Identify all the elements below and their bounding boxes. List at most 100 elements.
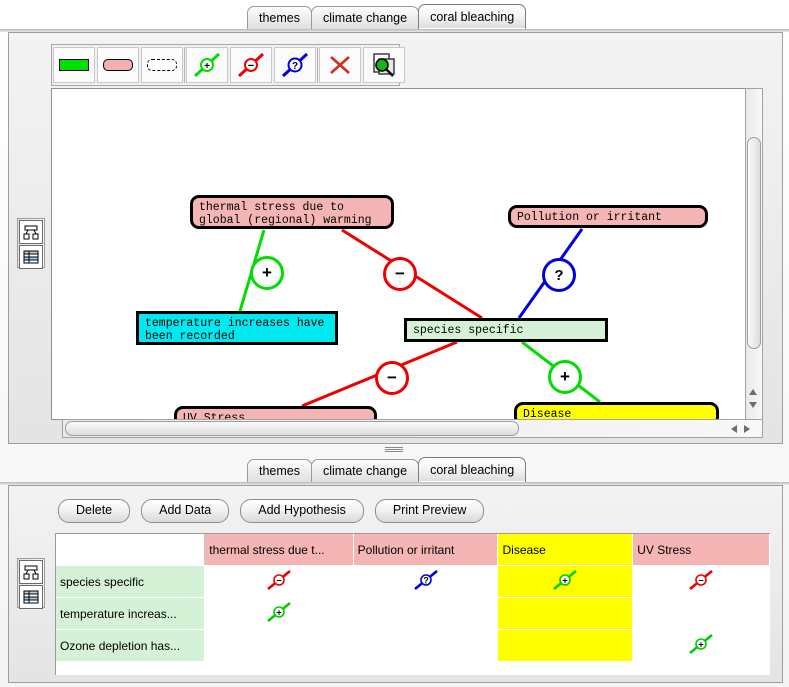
- canvas-vertical-scrollbar[interactable]: [745, 88, 763, 420]
- svg-text:?: ?: [423, 576, 429, 586]
- table-column-header-1[interactable]: Pollution or irritant: [353, 534, 499, 566]
- table-cell-0-2[interactable]: +: [497, 565, 634, 598]
- diagram-node-pollution[interactable]: Pollution or irritant: [508, 205, 708, 228]
- table-column-header-0[interactable]: thermal stress due t...: [204, 534, 354, 566]
- table-cell-2-1[interactable]: [353, 629, 499, 662]
- table-cell-0-1[interactable]: ?: [353, 565, 499, 598]
- diagram-node-thermal[interactable]: thermal stress due to global (regional) …: [190, 195, 394, 229]
- add-data-button[interactable]: Add Data: [141, 499, 230, 523]
- table-column-header-2[interactable]: Disease: [497, 534, 634, 566]
- canvas-hscroll-thumb[interactable]: [65, 421, 519, 436]
- table-cell-2-0[interactable]: [204, 629, 354, 662]
- minus-link-badge-icon[interactable]: −: [375, 361, 409, 395]
- dashed-note-tool[interactable]: [141, 47, 183, 83]
- pink-rounded-tool[interactable]: [97, 47, 139, 83]
- diagram-node-species[interactable]: species specific: [404, 318, 608, 342]
- table-row: temperature increas... +: [56, 597, 770, 630]
- concept-map-canvas[interactable]: thermal stress due to global (regional) …: [52, 89, 746, 419]
- preview-tool-group: [362, 47, 406, 83]
- canvas-scroll-left-arrow[interactable]: [731, 425, 737, 433]
- table-cell-2-2[interactable]: [497, 629, 634, 662]
- table-cell-2-3[interactable]: +: [632, 629, 770, 662]
- relationship-grid: thermal stress due t... Pollution or irri…: [56, 534, 770, 662]
- table-action-buttons: Delete Add Data Add Hypothesis Print Previe…: [58, 499, 485, 523]
- plus-link-badge-icon[interactable]: +: [548, 360, 582, 394]
- preview-tool[interactable]: [363, 47, 405, 83]
- table-header-row: thermal stress due t... Pollution or irri…: [56, 534, 770, 566]
- diagram-node-disease[interactable]: Disease: [514, 402, 719, 419]
- table-row-header-0[interactable]: species specific: [56, 565, 206, 598]
- question-link-icon[interactable]: ?: [413, 569, 439, 591]
- dashed-note-icon: [147, 59, 177, 71]
- plus-link-icon[interactable]: +: [266, 601, 292, 623]
- svg-text:?: ?: [292, 61, 298, 72]
- svg-text:−: −: [698, 576, 703, 586]
- green-bar-icon: [59, 59, 89, 71]
- plus-link-icon: +: [193, 52, 221, 78]
- minus-link-icon: −: [237, 52, 265, 78]
- canvas-scroll-up-arrow[interactable]: [749, 389, 757, 395]
- table-view-icon-lower[interactable]: [19, 585, 43, 609]
- print-preview-button[interactable]: Print Preview: [374, 499, 485, 523]
- svg-text:−: −: [248, 60, 254, 72]
- canvas-scroll-right-arrow[interactable]: [744, 425, 750, 433]
- table-cell-1-2[interactable]: [497, 597, 634, 630]
- application-window: themesclimate changecoral bleaching +: [0, 0, 789, 687]
- panel-splitter[interactable]: [385, 446, 403, 453]
- magnifier-document-icon: [373, 53, 395, 77]
- plus-link-icon[interactable]: +: [552, 569, 578, 591]
- delete-tool[interactable]: [319, 47, 361, 83]
- pink-rounded-icon: [103, 59, 133, 71]
- question-link-icon: ?: [281, 52, 309, 78]
- table-cell-1-0[interactable]: +: [204, 597, 354, 630]
- delete-tool-group: [318, 47, 362, 83]
- diagram-node-uv[interactable]: UV Stress: [174, 406, 377, 419]
- add-hypothesis-button[interactable]: Add Hypothesis: [240, 499, 364, 523]
- question-link-tool[interactable]: ?: [274, 47, 316, 83]
- bottom-tab-climate-change[interactable]: climate change: [311, 459, 420, 482]
- table-cell-0-0[interactable]: −: [204, 565, 354, 598]
- table-row: species specific −? + −: [56, 565, 770, 598]
- question-link-badge-icon[interactable]: ?: [542, 258, 576, 292]
- minus-link-badge-icon[interactable]: −: [383, 257, 417, 291]
- table-cell-1-1[interactable]: [353, 597, 499, 630]
- table-cell-0-3[interactable]: −: [632, 565, 770, 598]
- plus-link-tool[interactable]: +: [186, 47, 228, 83]
- lower-view-switcher: [17, 558, 45, 609]
- diagram-canvas-area[interactable]: thermal stress due to global (regional) …: [51, 88, 763, 420]
- svg-text:−: −: [276, 576, 281, 586]
- diagram-toolbar: + − ?: [51, 44, 405, 86]
- plus-link-badge-icon[interactable]: +: [250, 256, 284, 290]
- canvas-scroll-down-arrow[interactable]: [749, 402, 757, 408]
- canvas-vscroll-thumb[interactable]: [747, 137, 761, 349]
- bottom-tab-coral-bleaching[interactable]: coral bleaching: [418, 457, 527, 482]
- table-grid-glyph: [23, 250, 39, 264]
- link-tools-group: + − ?: [185, 47, 318, 83]
- table-row: Ozone depletion has... +: [56, 629, 770, 662]
- table-corner-cell: [56, 534, 206, 566]
- concept-map-view-icon[interactable]: [19, 220, 43, 244]
- table-row-header-2[interactable]: Ozone depletion has...: [56, 629, 206, 662]
- table-view-icon[interactable]: [19, 245, 43, 269]
- diagram-node-temp[interactable]: temperature increases have been recorded: [136, 311, 338, 345]
- bottom-tab-bar: themes climate change coral bleaching: [0, 453, 789, 483]
- minus-link-icon[interactable]: −: [266, 569, 292, 591]
- relationship-table[interactable]: thermal stress due t... Pollution or irri…: [55, 533, 770, 675]
- minus-link-icon[interactable]: −: [688, 569, 714, 591]
- top-tab-climate-change[interactable]: climate change: [311, 6, 420, 29]
- canvas-horizontal-scrollbar[interactable]: [62, 419, 763, 438]
- plus-link-icon[interactable]: +: [688, 633, 714, 655]
- top-tab-coral-bleaching[interactable]: coral bleaching: [418, 4, 527, 29]
- concept-map-glyph-lower: [23, 565, 39, 580]
- top-tab-themes[interactable]: themes: [247, 6, 312, 29]
- svg-text:+: +: [204, 61, 210, 72]
- delete-button[interactable]: Delete: [58, 499, 131, 523]
- x-delete-icon: [330, 56, 350, 74]
- bottom-tab-themes[interactable]: themes: [247, 459, 312, 482]
- table-row-header-1[interactable]: temperature increas...: [56, 597, 206, 630]
- table-column-header-3[interactable]: UV Stress: [632, 534, 770, 566]
- concept-map-view-icon-lower[interactable]: [19, 560, 43, 584]
- green-bar-tool[interactable]: [53, 47, 95, 83]
- minus-link-tool[interactable]: −: [230, 47, 272, 83]
- table-cell-1-3[interactable]: [632, 597, 770, 630]
